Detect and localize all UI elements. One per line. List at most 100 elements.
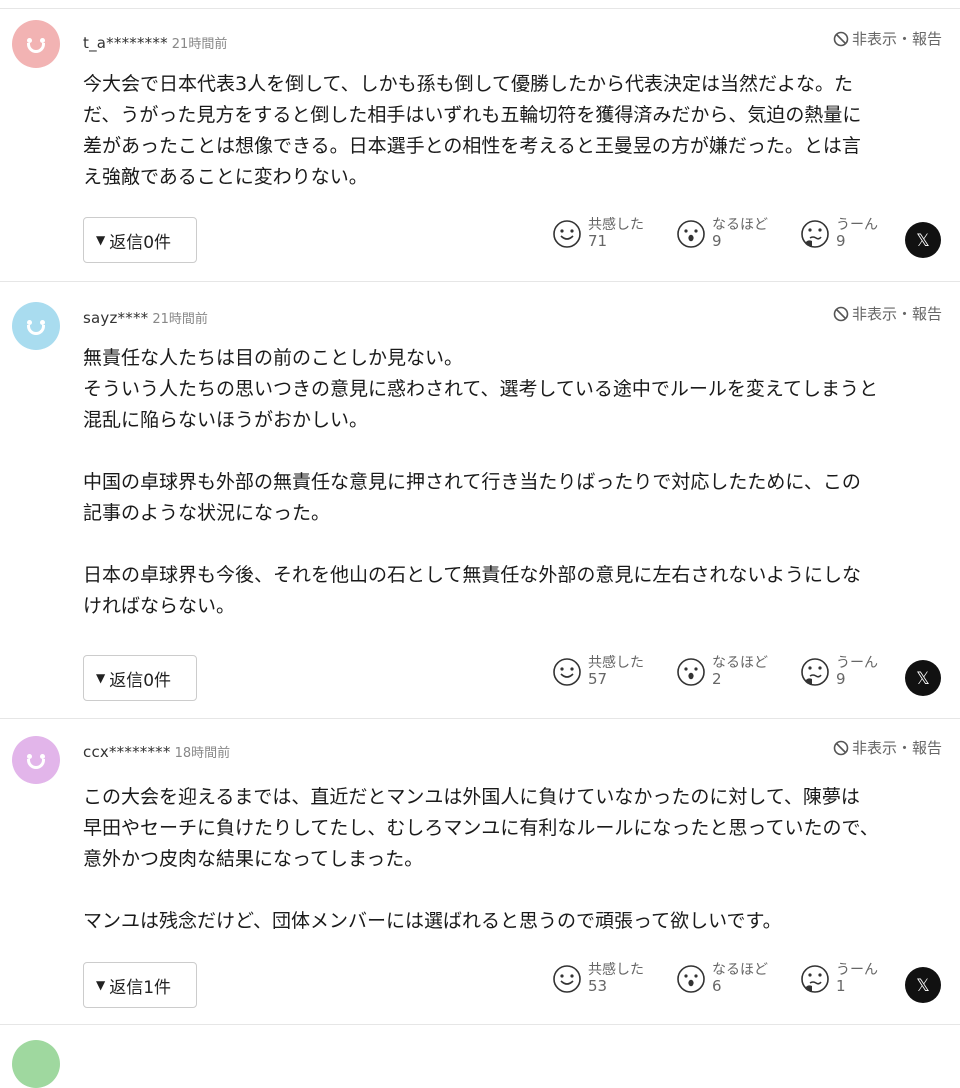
svg-text:𝕏: 𝕏 xyxy=(916,976,930,996)
reply-label: 返信0件 xyxy=(109,232,172,253)
timestamp: 18時間前 xyxy=(174,746,231,761)
divider xyxy=(0,8,960,9)
avatar xyxy=(12,20,60,68)
reaction-hmm-count: 9 xyxy=(836,670,846,688)
reaction-empathy-text: 共感した 71 xyxy=(588,217,644,250)
hide-report-label: 非表示・報告 xyxy=(851,30,942,48)
comment-line: 今大会で日本代表3人を倒して、しかも孫も倒して優勝したから代表決定は当然だよな。… xyxy=(83,73,854,95)
avatar xyxy=(12,1040,60,1088)
comment-line xyxy=(83,436,943,467)
comment-line: 差があったことは想像できる。日本選手との相性を考えると王曼昱の方が嫌だった。とは… xyxy=(83,135,861,157)
empathy-face-icon xyxy=(552,964,582,998)
timestamp: 21時間前 xyxy=(171,37,228,52)
reaction-hmm-count: 9 xyxy=(836,232,846,250)
hide-report-button[interactable]: 非表示・報告 xyxy=(833,303,942,324)
reaction-indeed-text: なるほど 6 xyxy=(712,962,768,995)
reaction-hmm-button[interactable]: うーん 1 xyxy=(800,962,878,998)
comment-line: ければならない。 xyxy=(83,595,236,617)
reaction-indeed-label: なるほど xyxy=(712,217,768,233)
comment-line: 早田やセーチに負けたりしてたし、むしろマンユに有利なルールになったと思っていたの… xyxy=(83,817,879,839)
reaction-empathy-button[interactable]: 共感した 71 xyxy=(552,217,644,253)
reaction-indeed-text: なるほど 2 xyxy=(712,655,768,688)
share-x-button[interactable]: 𝕏 xyxy=(905,660,941,696)
hide-report-label: 非表示・報告 xyxy=(851,739,942,757)
reaction-empathy-button[interactable]: 共感した 57 xyxy=(552,655,644,691)
reaction-hmm-label: うーん xyxy=(836,655,878,671)
ban-icon xyxy=(833,306,849,322)
username[interactable]: t_a******** xyxy=(83,34,168,52)
reaction-empathy-count: 71 xyxy=(588,232,608,250)
avatar xyxy=(12,302,60,350)
reaction-hmm-text: うーん 9 xyxy=(836,655,878,688)
username[interactable]: sayz**** xyxy=(83,309,148,327)
hmm-face-icon xyxy=(800,219,830,253)
hide-report-button[interactable]: 非表示・報告 xyxy=(833,28,942,49)
comment-line: だ、うがった見方をすると倒した相手はいずれも五輪切符を獲得済みだから、気迫の熱量… xyxy=(83,104,862,126)
reaction-indeed-button[interactable]: なるほど 2 xyxy=(676,655,768,691)
reaction-empathy-count: 53 xyxy=(588,977,608,995)
reply-button[interactable]: ▼ 返信1件 xyxy=(83,962,197,1008)
x-logo-icon: 𝕏 xyxy=(905,669,941,700)
reaction-indeed-label: なるほど xyxy=(712,655,768,671)
hmm-face-icon xyxy=(800,964,830,998)
reaction-indeed-button[interactable]: なるほど 9 xyxy=(676,217,768,253)
comment-body: 無責任な人たちは目の前のことしか見ない。 そういう人たちの思いつきの意見に惑わされ… xyxy=(83,343,943,622)
reaction-empathy-text: 共感した 57 xyxy=(588,655,644,688)
timestamp: 21時間前 xyxy=(152,312,208,327)
comment-line: え強敵であることに変わりない。 xyxy=(83,166,368,188)
svg-text:𝕏: 𝕏 xyxy=(916,669,930,689)
triangle-down-icon: ▼ xyxy=(96,978,106,992)
comment-body: 今大会で日本代表3人を倒して、しかも孫も倒して優勝したから代表決定は当然だよな。… xyxy=(83,69,943,193)
reaction-empathy-button[interactable]: 共感した 53 xyxy=(552,962,644,998)
comment-body: この大会を迎えるまでは、直近だとマンユは外国人に負けていなかったのに対して、陳夢… xyxy=(83,782,943,937)
avatar-smile xyxy=(27,759,45,769)
reaction-hmm-button[interactable]: うーん 9 xyxy=(800,655,878,691)
avatar-smile xyxy=(27,43,45,53)
comment-line: マンユは残念だけど、団体メンバーには選ばれると思うので頑張って欲しいです。 xyxy=(83,910,782,932)
username[interactable]: ccx******** xyxy=(83,743,171,761)
divider xyxy=(0,718,960,719)
reaction-indeed-text: なるほど 9 xyxy=(712,217,768,250)
share-x-button[interactable]: 𝕏 xyxy=(905,222,941,258)
hide-report-button[interactable]: 非表示・報告 xyxy=(833,737,942,758)
comment-line: この大会を迎えるまでは、直近だとマンユは外国人に負けていなかったのに対して、陳夢… xyxy=(83,786,860,808)
comment-meta: sayz**** 21時間前 xyxy=(83,308,208,330)
reaction-hmm-button[interactable]: うーん 9 xyxy=(800,217,878,253)
reaction-empathy-label: 共感した xyxy=(588,655,644,671)
reaction-indeed-label: なるほど xyxy=(712,962,768,978)
comment-line xyxy=(83,875,943,906)
comment-meta: ccx******** 18時間前 xyxy=(83,742,230,764)
comment-line: 意外かつ皮肉な結果になってしまった。 xyxy=(83,848,424,870)
reaction-hmm-label: うーん xyxy=(836,217,878,233)
reaction-hmm-text: うーん 9 xyxy=(836,217,878,250)
x-logo-icon: 𝕏 xyxy=(905,231,941,262)
reply-label: 返信0件 xyxy=(109,670,172,691)
indeed-face-icon xyxy=(676,219,706,253)
reaction-indeed-count: 9 xyxy=(712,232,722,250)
avatar xyxy=(12,736,60,784)
reaction-hmm-text: うーん 1 xyxy=(836,962,878,995)
reply-label: 返信1件 xyxy=(109,977,172,998)
hide-report-label: 非表示・報告 xyxy=(851,305,942,323)
divider xyxy=(0,1024,960,1025)
comment-line: 混乱に陥らないほうがおかしい。 xyxy=(83,409,369,431)
reaction-hmm-label: うーん xyxy=(836,962,878,978)
comment-line: 記事のような状況になった。 xyxy=(83,502,331,524)
reply-button[interactable]: ▼ 返信0件 xyxy=(83,655,197,701)
empathy-face-icon xyxy=(552,219,582,253)
comment-line: そういう人たちの思いつきの意見に惑わされて、選考している途中でルールを変えてしま… xyxy=(83,378,878,400)
reaction-empathy-label: 共感した xyxy=(588,217,644,233)
indeed-face-icon xyxy=(676,657,706,691)
reaction-hmm-count: 1 xyxy=(836,977,846,995)
reaction-empathy-count: 57 xyxy=(588,670,608,688)
svg-text:𝕏: 𝕏 xyxy=(916,231,930,251)
reaction-indeed-count: 6 xyxy=(712,977,722,995)
ban-icon xyxy=(833,31,849,47)
reply-button[interactable]: ▼ 返信0件 xyxy=(83,217,197,263)
divider xyxy=(0,281,960,282)
reaction-indeed-button[interactable]: なるほど 6 xyxy=(676,962,768,998)
reaction-indeed-count: 2 xyxy=(712,670,722,688)
share-x-button[interactable]: 𝕏 xyxy=(905,967,941,1003)
triangle-down-icon: ▼ xyxy=(96,671,106,685)
comment-line: 日本の卓球界も今後、それを他山の石として無責任な外部の意見に左右されないようにし… xyxy=(83,564,862,586)
